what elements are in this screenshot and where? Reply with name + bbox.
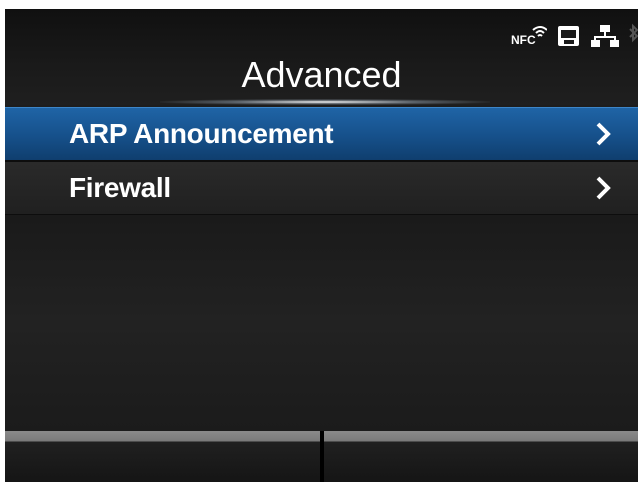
softkey-right[interactable] xyxy=(323,431,638,482)
empty-list-area xyxy=(5,215,638,431)
sd-card-icon xyxy=(556,24,582,53)
menu-item-arp-announcement[interactable]: ARP Announcement xyxy=(5,107,638,162)
page-title: Advanced xyxy=(241,54,402,95)
chevron-right-icon xyxy=(594,175,612,206)
title-underline xyxy=(160,99,490,105)
device-screen: NFC Advanced ARP Announcement Firewall xyxy=(5,9,638,482)
menu-item-label: ARP Announcement xyxy=(69,118,334,149)
softkey-left[interactable] xyxy=(5,431,324,482)
status-icons: NFC xyxy=(511,23,638,53)
menu-item-label: Firewall xyxy=(69,172,171,203)
nfc-icon: NFC xyxy=(511,24,548,53)
menu-list: ARP Announcement Firewall xyxy=(5,107,638,216)
chevron-right-icon xyxy=(594,121,612,152)
svg-text:NFC: NFC xyxy=(511,33,536,47)
softkey-bar xyxy=(5,431,638,482)
header-bar: NFC Advanced xyxy=(5,9,638,105)
bluetooth-icon xyxy=(628,23,638,54)
network-icon xyxy=(591,24,619,53)
menu-item-firewall[interactable]: Firewall xyxy=(5,162,638,216)
